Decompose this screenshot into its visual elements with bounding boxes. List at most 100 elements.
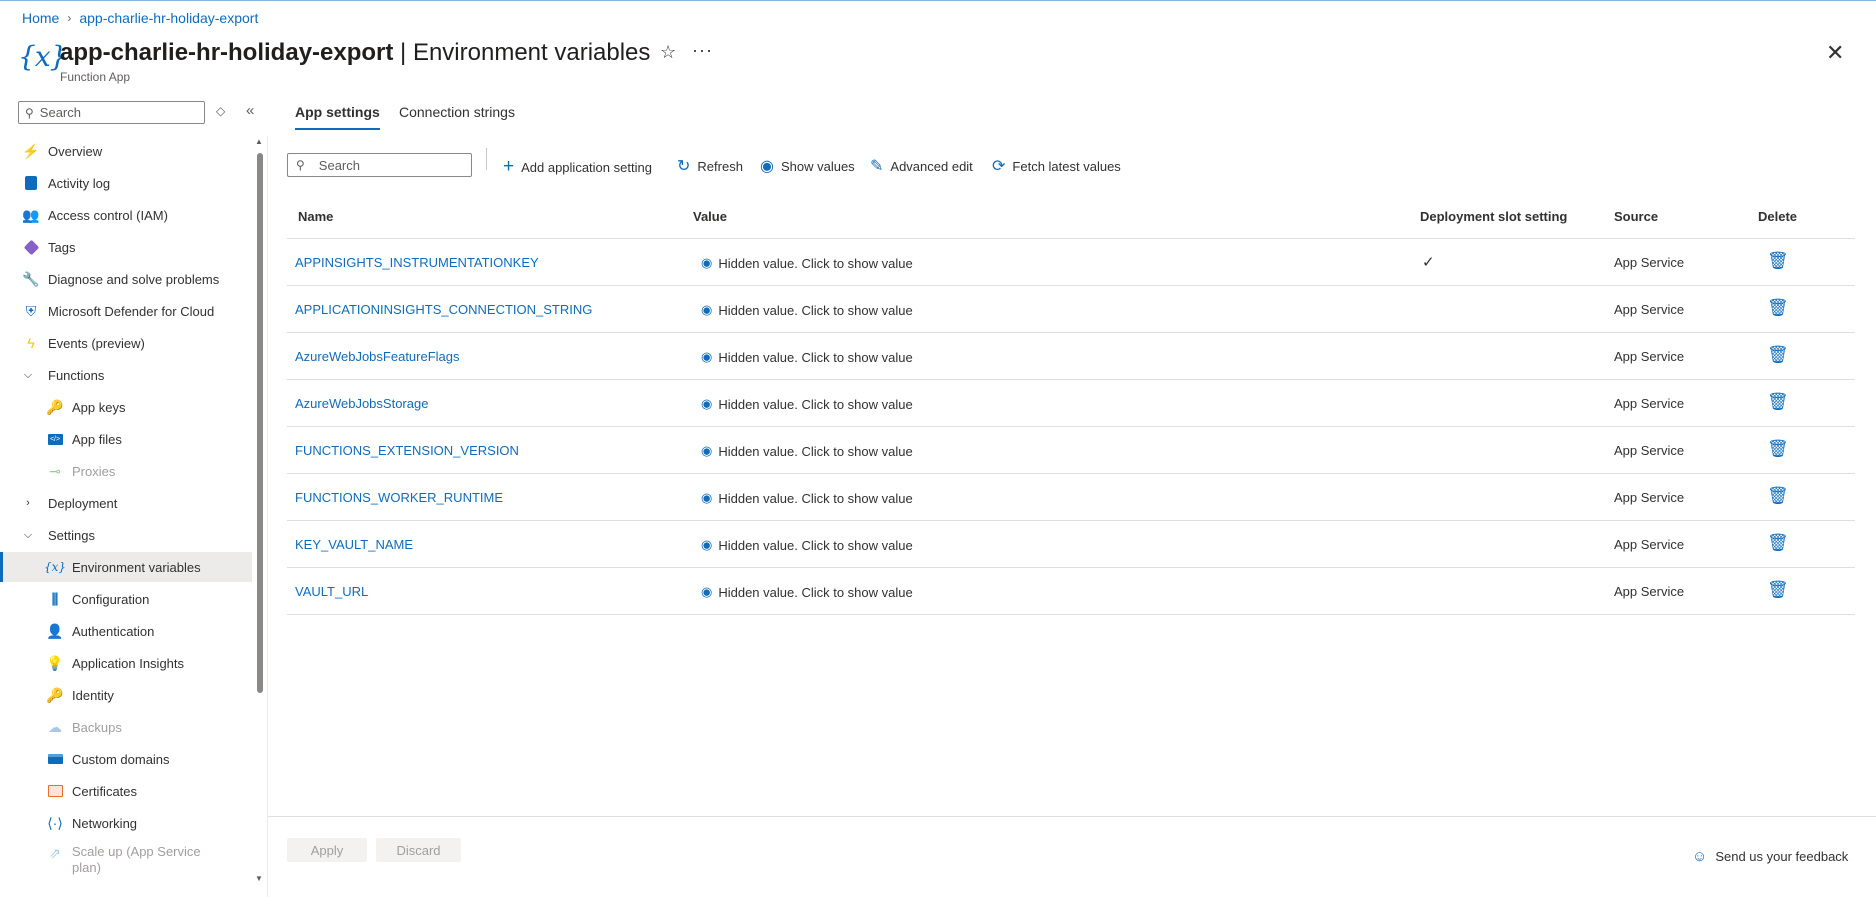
sidebar-item-tags[interactable]: Tags (0, 232, 252, 262)
setting-name-link[interactable]: FUNCTIONS_WORKER_RUNTIME (295, 490, 503, 505)
setting-name-link[interactable]: AzureWebJobsStorage (295, 396, 428, 411)
hidden-value[interactable]: ◉ Hidden value. Click to show value (701, 443, 913, 459)
pencil-icon: ✎ (870, 158, 884, 175)
apply-button[interactable]: Apply (287, 838, 367, 862)
discard-button[interactable]: Discard (376, 838, 461, 862)
setting-name-link[interactable]: KEY_VAULT_NAME (295, 537, 413, 552)
lightning-icon: ϟ (27, 335, 35, 351)
refresh-button[interactable]: ↻ Refresh (677, 156, 743, 176)
sidebar-item-label: Configuration (72, 591, 150, 607)
hidden-value-text: Hidden value. Click to show value (718, 349, 913, 365)
sidebar-item-label: Settings (48, 527, 95, 543)
sidebar-item-custom-domains[interactable]: Custom domains (0, 744, 252, 774)
delete-trash-icon[interactable]: 🗑 (1767, 439, 1789, 459)
sidebar-item-certificates[interactable]: Certificates (0, 776, 252, 806)
delete-trash-icon[interactable]: 🗑 (1767, 580, 1789, 600)
favorite-star-icon[interactable]: ☆ (660, 42, 676, 63)
settings-search-input[interactable]: ⚲ Search (287, 153, 472, 177)
more-options-icon[interactable]: ··· (692, 40, 713, 61)
tab-app-settings[interactable]: App settings (295, 104, 380, 130)
eye-icon: ◉ (701, 443, 713, 458)
collapse-sidebar-icon[interactable]: « (246, 102, 254, 119)
hidden-value[interactable]: ◉ Hidden value. Click to show value (701, 537, 913, 553)
sidebar-item-events[interactable]: ϟ Events (preview) (0, 328, 252, 358)
setting-name-link[interactable]: APPLICATIONINSIGHTS_CONNECTION_STRING (295, 302, 592, 317)
sidebar-group-functions[interactable]: ⌵ Functions (0, 360, 252, 390)
sidebar-divider (267, 136, 268, 897)
sidebar-item-activity-log[interactable]: Activity log (0, 168, 252, 198)
column-header-delete: Delete (1758, 209, 1798, 224)
sidebar-item-label: Backups (72, 719, 122, 735)
sidebar-item-application-insights[interactable]: 💡 Application Insights (0, 648, 252, 678)
sync-icon: ⟳ (992, 158, 1006, 175)
table-row: AzureWebJobsFeatureFlags ◉ Hidden value. … (287, 332, 1855, 379)
hidden-value-text: Hidden value. Click to show value (718, 443, 913, 459)
source-cell: App Service (1614, 302, 1685, 317)
page-name: Environment variables (412, 39, 651, 66)
sidebar-item-defender[interactable]: ⛨ Microsoft Defender for Cloud (0, 296, 252, 326)
column-header-deployment-slot[interactable]: Deployment slot setting (1420, 209, 1567, 224)
setting-name-link[interactable]: VAULT_URL (295, 584, 368, 599)
scroll-up-arrow-icon[interactable]: ▲ (255, 137, 263, 146)
column-header-name[interactable]: Name (298, 209, 333, 224)
table-row: APPLICATIONINSIGHTS_CONNECTION_STRING ◉ H… (287, 285, 1855, 332)
breadcrumb-current[interactable]: app-charlie-hr-holiday-export (79, 10, 258, 26)
hidden-value[interactable]: ◉ Hidden value. Click to show value (701, 255, 913, 271)
chevron-down-icon: ⌵ (23, 528, 33, 541)
delete-trash-icon[interactable]: 🗑 (1767, 298, 1789, 318)
breadcrumb-home[interactable]: Home (22, 10, 59, 26)
delete-trash-icon[interactable]: 🗑 (1767, 392, 1789, 412)
chevron-right-icon: › (26, 497, 30, 509)
hidden-value[interactable]: ◉ Hidden value. Click to show value (701, 584, 913, 600)
sidebar-item-environment-variables[interactable]: {x} Environment variables (0, 552, 252, 582)
fetch-latest-values-button[interactable]: ⟳ Fetch latest values (992, 156, 1121, 176)
sidebar-group-settings[interactable]: ⌵ Settings (0, 520, 252, 550)
sidebar-item-iam[interactable]: 👥 Access control (IAM) (0, 200, 252, 230)
setting-name-link[interactable]: APPINSIGHTS_INSTRUMENTATIONKEY (295, 255, 539, 270)
delete-trash-icon[interactable]: 🗑 (1767, 533, 1789, 553)
setting-name-link[interactable]: AzureWebJobsFeatureFlags (295, 349, 460, 364)
sidebar-item-app-keys[interactable]: 🔑 App keys (0, 392, 252, 422)
column-header-source[interactable]: Source (1614, 209, 1658, 224)
sidebar-item-label: Proxies (72, 463, 116, 479)
sidebar-item-diagnose[interactable]: 🔧 Diagnose and solve problems (0, 264, 252, 294)
show-values-button[interactable]: ◉ Show values (760, 156, 855, 176)
sort-icon[interactable]: ◇ (216, 104, 225, 118)
eye-icon: ◉ (701, 349, 713, 364)
scale-up-icon: ⇗ (49, 844, 61, 861)
scroll-down-arrow-icon[interactable]: ▼ (255, 874, 263, 883)
tab-connection-strings[interactable]: Connection strings (399, 104, 515, 128)
column-header-value[interactable]: Value (693, 209, 727, 224)
hidden-value[interactable]: ◉ Hidden value. Click to show value (701, 490, 913, 506)
add-application-setting-button[interactable]: + Add application setting (503, 156, 652, 178)
sidebar-item-label: Application Insights (72, 655, 185, 671)
sidebar-search-input[interactable]: ⚲ Search (18, 101, 205, 124)
table-row: APPINSIGHTS_INSTRUMENTATIONKEY ◉ Hidden v… (287, 238, 1855, 285)
sidebar-item-app-files[interactable]: </> App files (0, 424, 252, 454)
send-feedback-link[interactable]: ☺ Send us your feedback (1692, 848, 1848, 865)
hidden-value-text: Hidden value. Click to show value (718, 396, 913, 412)
hidden-value[interactable]: ◉ Hidden value. Click to show value (701, 349, 913, 365)
hidden-value[interactable]: ◉ Hidden value. Click to show value (701, 302, 913, 318)
delete-trash-icon[interactable]: 🗑 (1767, 251, 1789, 271)
advanced-edit-button[interactable]: ✎ Advanced edit (870, 156, 973, 176)
sidebar-group-deployment[interactable]: › Deployment (0, 488, 252, 518)
sidebar-item-label: Custom domains (72, 751, 170, 767)
setting-name-link[interactable]: FUNCTIONS_EXTENSION_VERSION (295, 443, 519, 458)
sidebar-item-overview[interactable]: ⚡ Overview (0, 136, 252, 166)
source-cell: App Service (1614, 396, 1685, 411)
delete-trash-icon[interactable]: 🗑 (1767, 345, 1789, 365)
resource-type: Function App (60, 70, 131, 84)
sidebar-item-authentication[interactable]: 👤 Authentication (0, 616, 252, 646)
sidebar-item-scale-up: ⇗ Scale up (App Service plan) (0, 840, 252, 876)
hidden-value[interactable]: ◉ Hidden value. Click to show value (701, 396, 913, 412)
sidebar-item-networking[interactable]: ⟨·⟩ Networking (0, 808, 252, 838)
certificate-icon (46, 782, 64, 800)
delete-trash-icon[interactable]: 🗑 (1767, 486, 1789, 506)
sidebar-item-identity[interactable]: 🔑 Identity (0, 680, 252, 710)
sidebar-item-configuration[interactable]: ⫼ Configuration (0, 584, 252, 614)
close-icon[interactable]: ✕ (1826, 40, 1844, 66)
bulb-icon: 💡 (46, 654, 64, 671)
domain-icon (46, 750, 64, 768)
sidebar-scrollbar-thumb[interactable] (257, 153, 263, 693)
